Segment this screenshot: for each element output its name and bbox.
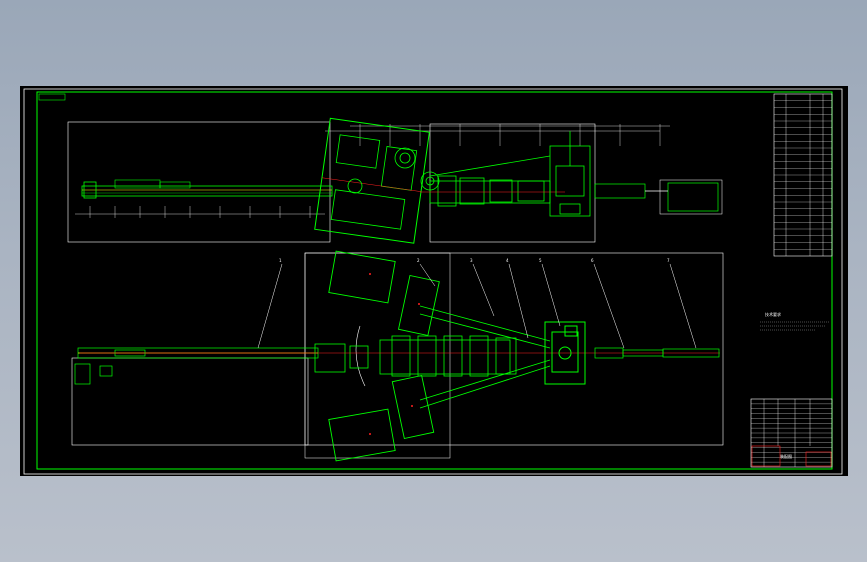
upper-motor-arm (328, 250, 551, 349)
cad-drawing-canvas[interactable]: 1 2 3 4 5 6 7 技术要求 装配图 (20, 86, 848, 476)
tower-unit (549, 131, 591, 217)
balloon-5: 5 (539, 258, 542, 263)
balloon-3: 3 (470, 258, 473, 263)
lower-dim-ticks (89, 206, 311, 218)
drawing-outer-frame (23, 88, 843, 475)
elevation-view (67, 117, 723, 244)
parts-list (773, 93, 833, 257)
title-block-name: 装配图 (780, 453, 792, 459)
balloon-labels: 1 2 3 4 5 6 7 (279, 258, 670, 263)
plan-view: 1 2 3 4 5 6 7 (71, 250, 724, 462)
conveyor-bed (81, 185, 333, 197)
elevation-boundary-box (67, 121, 331, 243)
corner-mark-box (38, 93, 66, 101)
outfeed-unit (594, 182, 719, 212)
balloon-6: 6 (591, 258, 594, 263)
balloon-4: 4 (506, 258, 509, 263)
technical-notes: 技术要求 (760, 311, 830, 331)
notes-title: 技术要求 (765, 311, 781, 317)
arc-guide (355, 325, 366, 387)
plan-feeder (74, 347, 319, 385)
gear-train (347, 147, 440, 194)
plan-left-boundary (71, 357, 309, 446)
balloon-2: 2 (417, 258, 420, 263)
tilted-press-assembly (314, 117, 430, 244)
balloon-1: 1 (279, 258, 282, 263)
top-dim-ticks (359, 124, 661, 146)
transfer-section (429, 155, 551, 207)
central-line (314, 335, 517, 377)
leader-lines (257, 263, 697, 349)
cad-drawing-viewport[interactable]: 1 2 3 4 5 6 7 技术要求 装配图 (20, 86, 848, 476)
title-block: 装配图 (750, 398, 833, 468)
balloon-7: 7 (667, 258, 670, 263)
lower-motor-arm (328, 359, 551, 462)
